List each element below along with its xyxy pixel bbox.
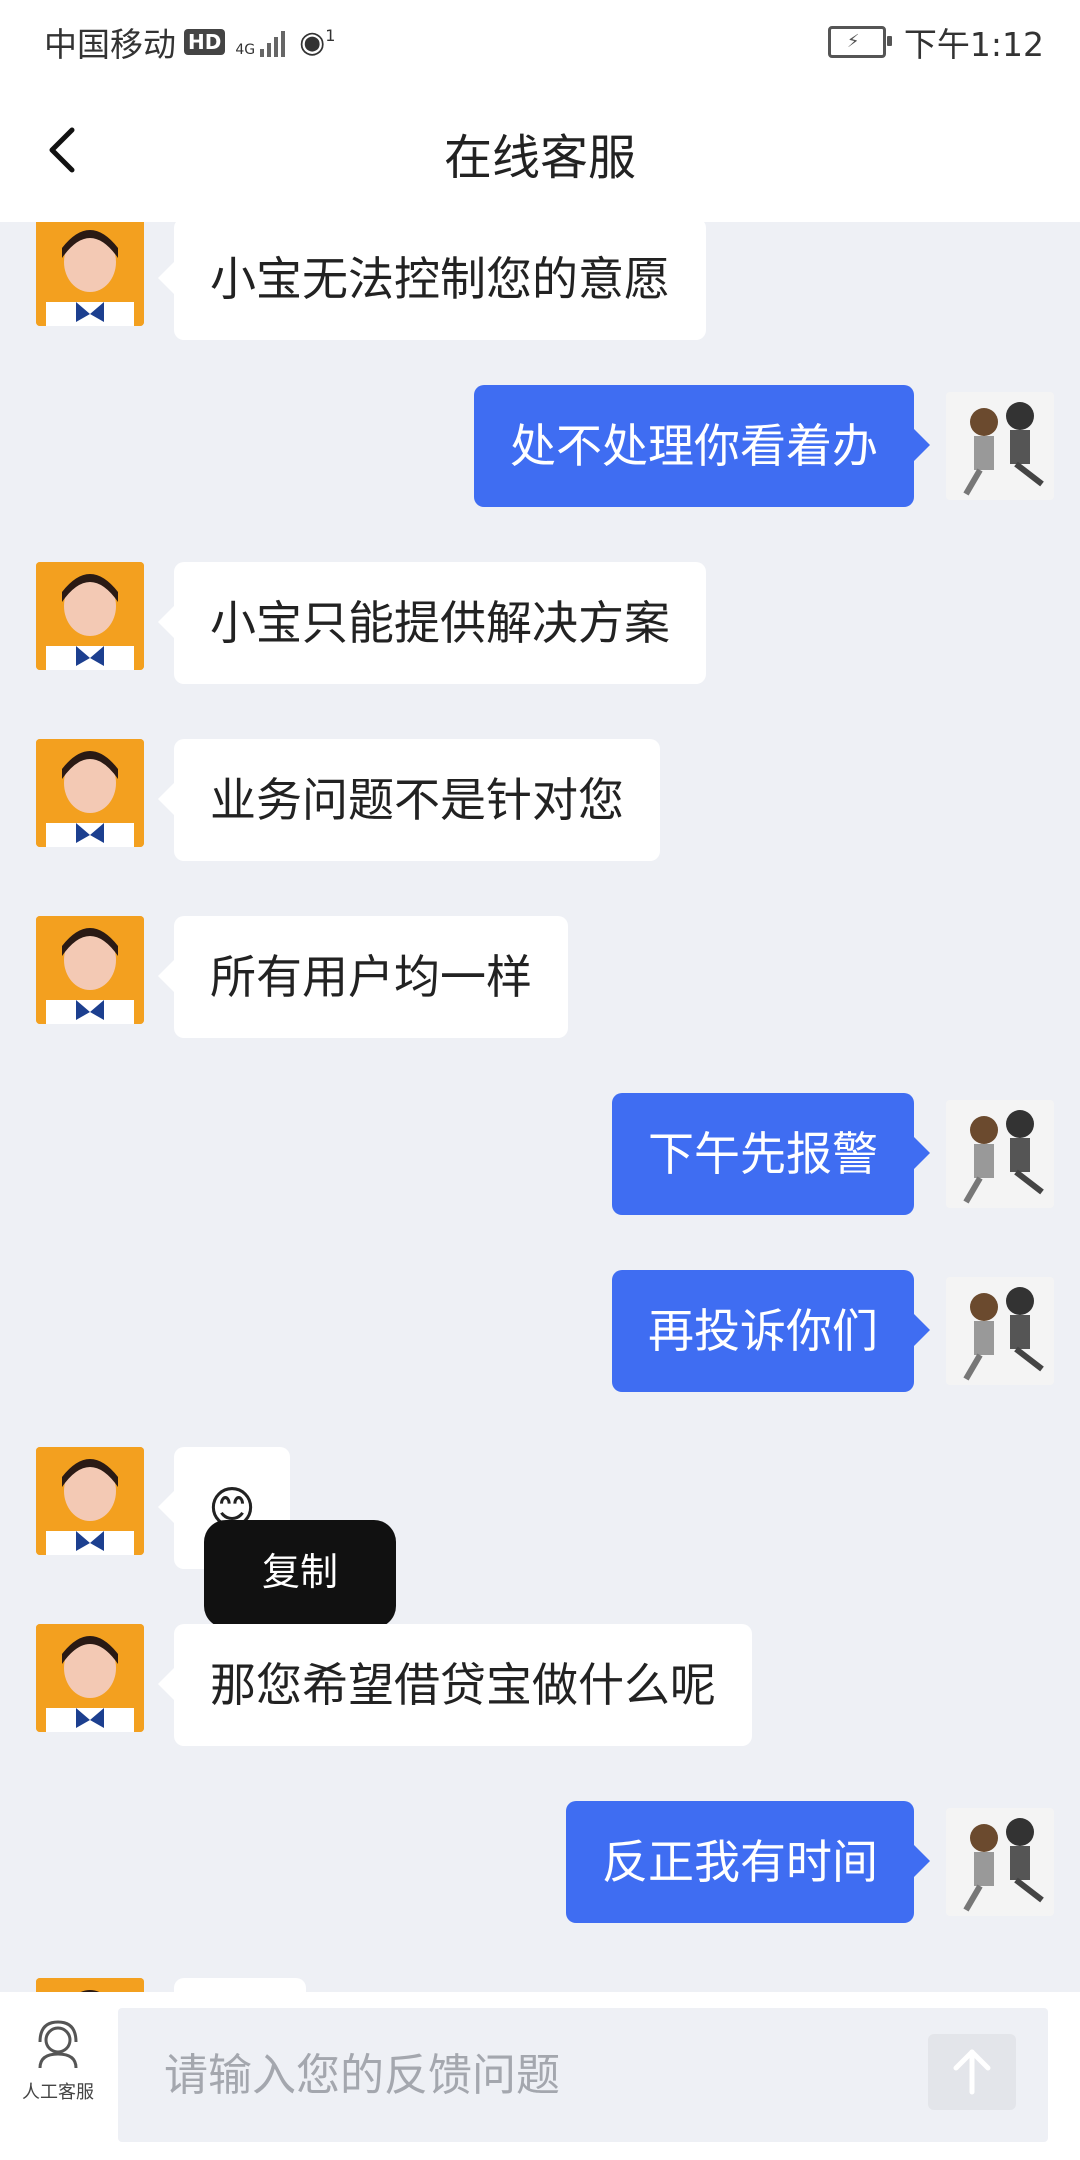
send-button[interactable] [928,2034,1016,2110]
carrier-name: 中国移动 [44,25,176,64]
page-title: 在线客服 [443,130,636,186]
status-time: 下午1:12 [903,25,1044,64]
message-bubble-agent[interactable]: 所有用户均一样 [158,916,568,1038]
user-avatar[interactable] [946,1277,1054,1385]
message-bubble-agent[interactable]: 业务问题不是针对您 [158,739,660,861]
agent-avatar[interactable] [36,1978,144,1992]
user-avatar[interactable] [946,1100,1054,1208]
human-agent-label: 人工客服 [22,2082,94,2103]
agent-avatar[interactable] [36,1447,144,1555]
agent-avatar[interactable] [36,916,144,1024]
message-bubble-agent[interactable]: 那您希望借贷宝做什么呢 [158,1624,752,1746]
arrow-up-icon [953,2049,991,2095]
message-bubble-user[interactable]: 下午先报警 [612,1093,930,1215]
message-bubble-user[interactable]: 反正我有时间 [566,1801,930,1923]
copy-menu-button[interactable]: 复制 [204,1520,396,1642]
bottom-bar: 人工客服 [0,1992,1080,2160]
message-bubble-user[interactable]: 处不处理你看着办 [474,385,930,507]
chat-screen: 中国移动 HD 4G ◉1 ⚡ 下午1:12 在线客服 小宝无法控制您的意愿 处… [0,0,1080,2160]
battery-icon: ⚡ [827,26,892,58]
agent-avatar[interactable] [36,739,144,847]
message-bubble-agent[interactable]: 小宝只能提供解决方案 [158,562,706,684]
status-right: ⚡ 下午1:12 [827,18,1044,66]
headset-agent-icon [38,2020,78,2069]
message-bubble-agent[interactable]: 小宝无法控制您的意愿 [158,222,706,340]
hd-icon: HD [184,29,226,55]
user-avatar[interactable] [946,392,1054,500]
header: 在线客服 [0,80,1080,222]
agent-avatar[interactable] [36,222,144,326]
status-bar: 中国移动 HD 4G ◉1 ⚡ 下午1:12 [0,0,1080,80]
message-bubble-agent[interactable] [174,1978,306,1992]
hotspot-count: 1 [325,25,336,45]
human-agent-button[interactable]: 人工客服 [10,2016,106,2136]
message-bubble-user[interactable]: 再投诉你们 [612,1270,930,1392]
signal-icon: 4G [235,27,286,58]
agent-avatar[interactable] [36,1624,144,1732]
user-avatar[interactable] [946,1808,1054,1916]
status-left: 中国移动 HD 4G ◉1 [44,18,335,66]
agent-avatar[interactable] [36,562,144,670]
hotspot-icon: ◉1 [299,24,336,60]
chat-list[interactable]: 小宝无法控制您的意愿 处不处理你看着办 小宝只能提供解决方案 业务问题不是针对您… [0,222,1080,1992]
network-type: 4G [235,42,256,58]
feedback-input[interactable] [118,2008,1048,2142]
